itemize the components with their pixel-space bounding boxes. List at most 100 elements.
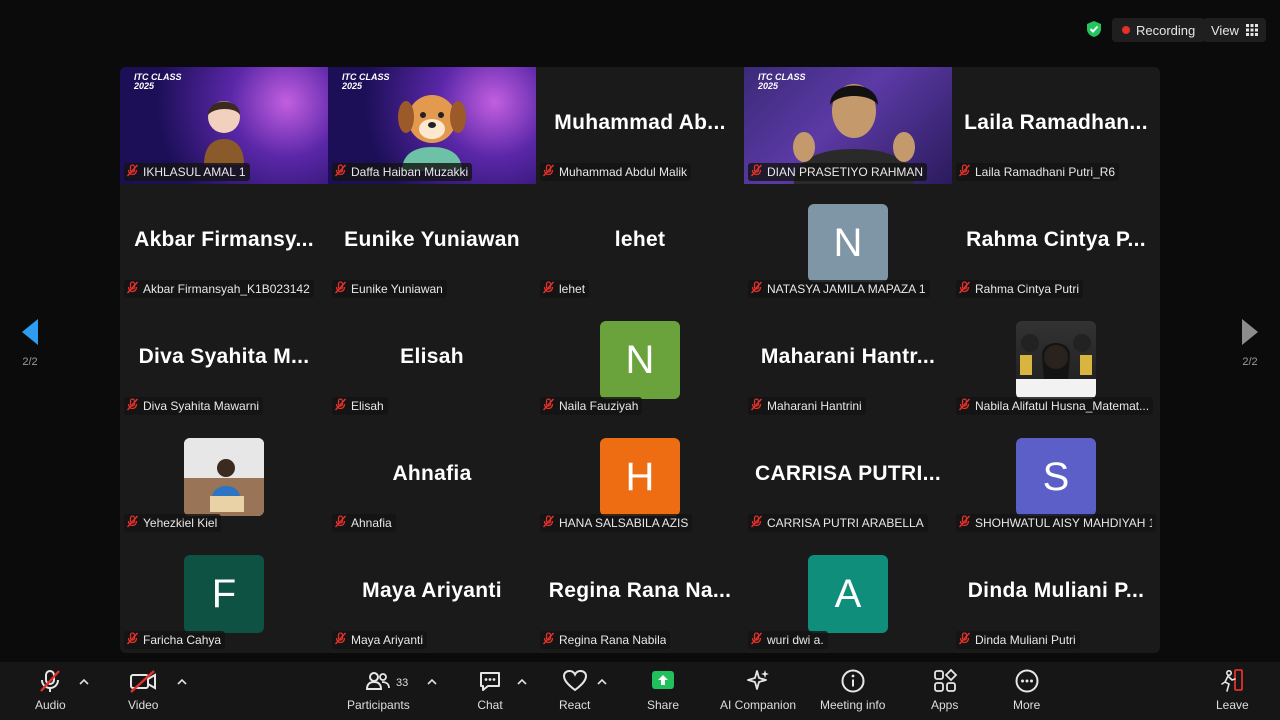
info-icon [841, 669, 865, 693]
participant-name-label: lehet [540, 280, 590, 298]
recording-label: Recording [1136, 22, 1196, 38]
more-button[interactable]: More [1013, 668, 1040, 712]
react-button[interactable]: React [559, 668, 590, 712]
participant-display-name: Laila Ramadhan... [964, 111, 1148, 134]
participant-tile[interactable]: Nabila Alifatul Husna_Matemat... [952, 301, 1160, 418]
camera-off-icon [130, 670, 157, 693]
participant-name: lehet [559, 282, 586, 296]
participants-label: Participants [347, 698, 410, 712]
participant-tile[interactable]: Awuri dwi a. [744, 535, 952, 652]
video-options-chevron-up-icon[interactable] [177, 678, 187, 686]
participant-tile[interactable]: Maya Ariyanti Maya Ariyanti [328, 535, 536, 652]
participant-initial-avatar: N [808, 204, 888, 282]
recording-indicator[interactable]: Recording [1112, 18, 1206, 42]
apps-button[interactable]: Apps [931, 668, 958, 712]
microphone-muted-icon [40, 670, 61, 692]
arrow-left-icon[interactable] [20, 318, 40, 346]
participants-options-chevron-up-icon[interactable] [427, 678, 437, 686]
participant-initial-avatar: A [808, 555, 888, 633]
video-button[interactable]: Video [128, 668, 158, 712]
participant-tile[interactable]: Diva Syahita M... Diva Syahita Mawarni [120, 301, 328, 418]
participant-tile[interactable]: ITC CLASS 2025 Daffa Haiban Muzakki [328, 67, 536, 184]
microphone-muted-icon [958, 398, 971, 414]
participant-tile[interactable]: ITC CLASS 2025 IKHLASUL AMAL 1 [120, 67, 328, 184]
participant-name-label: DIAN PRASETIYO RAHMAN [748, 163, 928, 181]
next-page-nav[interactable]: 2/2 [1220, 318, 1280, 404]
participant-name-label: HANA SALSABILA AZIS [540, 514, 693, 532]
leave-label: Leave [1216, 698, 1249, 712]
participant-tile[interactable]: H HANA SALSABILA AZIS [536, 418, 744, 535]
participant-display-name: Muhammad Ab... [554, 111, 726, 134]
participant-name: Maya Ariyanti [351, 633, 424, 647]
top-bar: Recording View [0, 0, 1280, 62]
participant-name-label: Elisah [332, 397, 388, 415]
participant-name-label: Dinda Muliani Putri [956, 631, 1080, 649]
ai-companion-label: AI Companion [720, 698, 797, 712]
microphone-muted-icon [958, 632, 971, 648]
react-options-chevron-up-icon[interactable] [597, 678, 607, 686]
participant-name: Akbar Firmansyah_K1B023142 [143, 282, 310, 296]
participant-tile[interactable]: Elisah Elisah [328, 301, 536, 418]
participant-name-label: Rahma Cintya Putri [956, 280, 1084, 298]
participant-tile[interactable]: F Faricha Cahya [120, 535, 328, 652]
chat-button[interactable]: Chat [477, 668, 503, 712]
ai-companion-button[interactable]: AI Companion [720, 668, 796, 712]
microphone-muted-icon [542, 281, 555, 297]
participant-display-name: Diva Syahita M... [138, 345, 310, 368]
participant-name-label: IKHLASUL AMAL 1 [124, 163, 250, 181]
participant-initial-avatar: F [184, 555, 264, 633]
participant-tile[interactable]: N Naila Fauziyah [536, 301, 744, 418]
audio-options-chevron-up-icon[interactable] [79, 678, 89, 686]
participant-tile[interactable]: Ahnafia Ahnafia [328, 418, 536, 535]
participant-tile[interactable]: Maharani Hantr... Maharani Hantrini [744, 301, 952, 418]
participant-name: Elisah [351, 399, 384, 413]
participants-button[interactable]: Participants [347, 668, 410, 712]
security-shield-icon[interactable] [1085, 20, 1103, 38]
avatar-figure-icon [204, 101, 244, 165]
participant-tile[interactable]: Eunike Yuniawan Eunike Yuniawan [328, 184, 536, 301]
participant-name: Dinda Muliani Putri [975, 633, 1076, 647]
participant-tile[interactable]: Rahma Cintya P... Rahma Cintya Putri [952, 184, 1160, 301]
participant-name: Naila Fauziyah [559, 399, 639, 413]
view-button[interactable]: View [1203, 18, 1266, 42]
prev-page-nav[interactable]: 2/2 [0, 318, 60, 404]
participant-display-name: Maharani Hantr... [760, 345, 936, 368]
chat-options-chevron-up-icon[interactable] [517, 678, 527, 686]
participant-name: wuri dwi a. [767, 633, 824, 647]
participant-name-label: Faricha Cahya [124, 631, 226, 649]
participant-tile[interactable]: Laila Ramadhan... Laila Ramadhani Putri_R… [952, 67, 1160, 184]
recording-dot-icon [1122, 26, 1130, 34]
arrow-right-icon[interactable] [1240, 318, 1260, 346]
audio-button[interactable]: Audio [35, 668, 66, 712]
microphone-muted-icon [334, 398, 347, 414]
participant-display-name: CARRISA PUTRI... [754, 462, 942, 485]
participant-tile[interactable]: Dinda Muliani P... Dinda Muliani Putri [952, 535, 1160, 652]
participant-display-name: Ahnafia [392, 462, 472, 485]
sparkle-ai-icon [747, 670, 770, 690]
participant-tile[interactable]: Akbar Firmansy... Akbar Firmansyah_K1B023… [120, 184, 328, 301]
participant-tile[interactable]: Yehezkiel Kiel [120, 418, 328, 535]
participant-tile[interactable]: lehet lehet [536, 184, 744, 301]
participant-tile[interactable]: N NATASYA JAMILA MAPAZA 1 [744, 184, 952, 301]
share-button[interactable]: Share [647, 668, 679, 712]
participant-tile[interactable]: CARRISA PUTRI... CARRISA PUTRI ARABELLA [744, 418, 952, 535]
participant-name-label: SHOHWATUL AISY MAHDIYAH 1 [956, 514, 1156, 532]
participant-tile[interactable]: S SHOHWATUL AISY MAHDIYAH 1 [952, 418, 1160, 535]
view-label: View [1211, 22, 1239, 38]
participant-name: CARRISA PUTRI ARABELLA [767, 516, 924, 530]
participant-tile[interactable]: ITC CLASS 2025 DIAN PRASETIYO RAHMAN [744, 67, 952, 184]
participant-name-label: Akbar Firmansyah_K1B023142 [124, 280, 314, 298]
video-label: Video [128, 698, 159, 712]
participant-name: Faricha Cahya [143, 633, 222, 647]
meeting-info-button[interactable]: Meeting info [820, 668, 885, 712]
microphone-muted-icon [750, 281, 763, 297]
participant-name: SHOHWATUL AISY MAHDIYAH 1 [975, 516, 1152, 530]
chat-bubble-icon [480, 672, 500, 691]
leave-button[interactable]: Leave [1216, 668, 1249, 712]
participant-tile[interactable]: Muhammad Ab... Muhammad Abdul Malik [536, 67, 744, 184]
participant-name: Laila Ramadhani Putri_R6 [975, 165, 1116, 179]
share-label: Share [647, 698, 680, 712]
participant-tile[interactable]: Regina Rana Na... Regina Rana Nabila [536, 535, 744, 652]
participant-display-name: lehet [614, 228, 666, 251]
more-label: More [1013, 698, 1041, 712]
